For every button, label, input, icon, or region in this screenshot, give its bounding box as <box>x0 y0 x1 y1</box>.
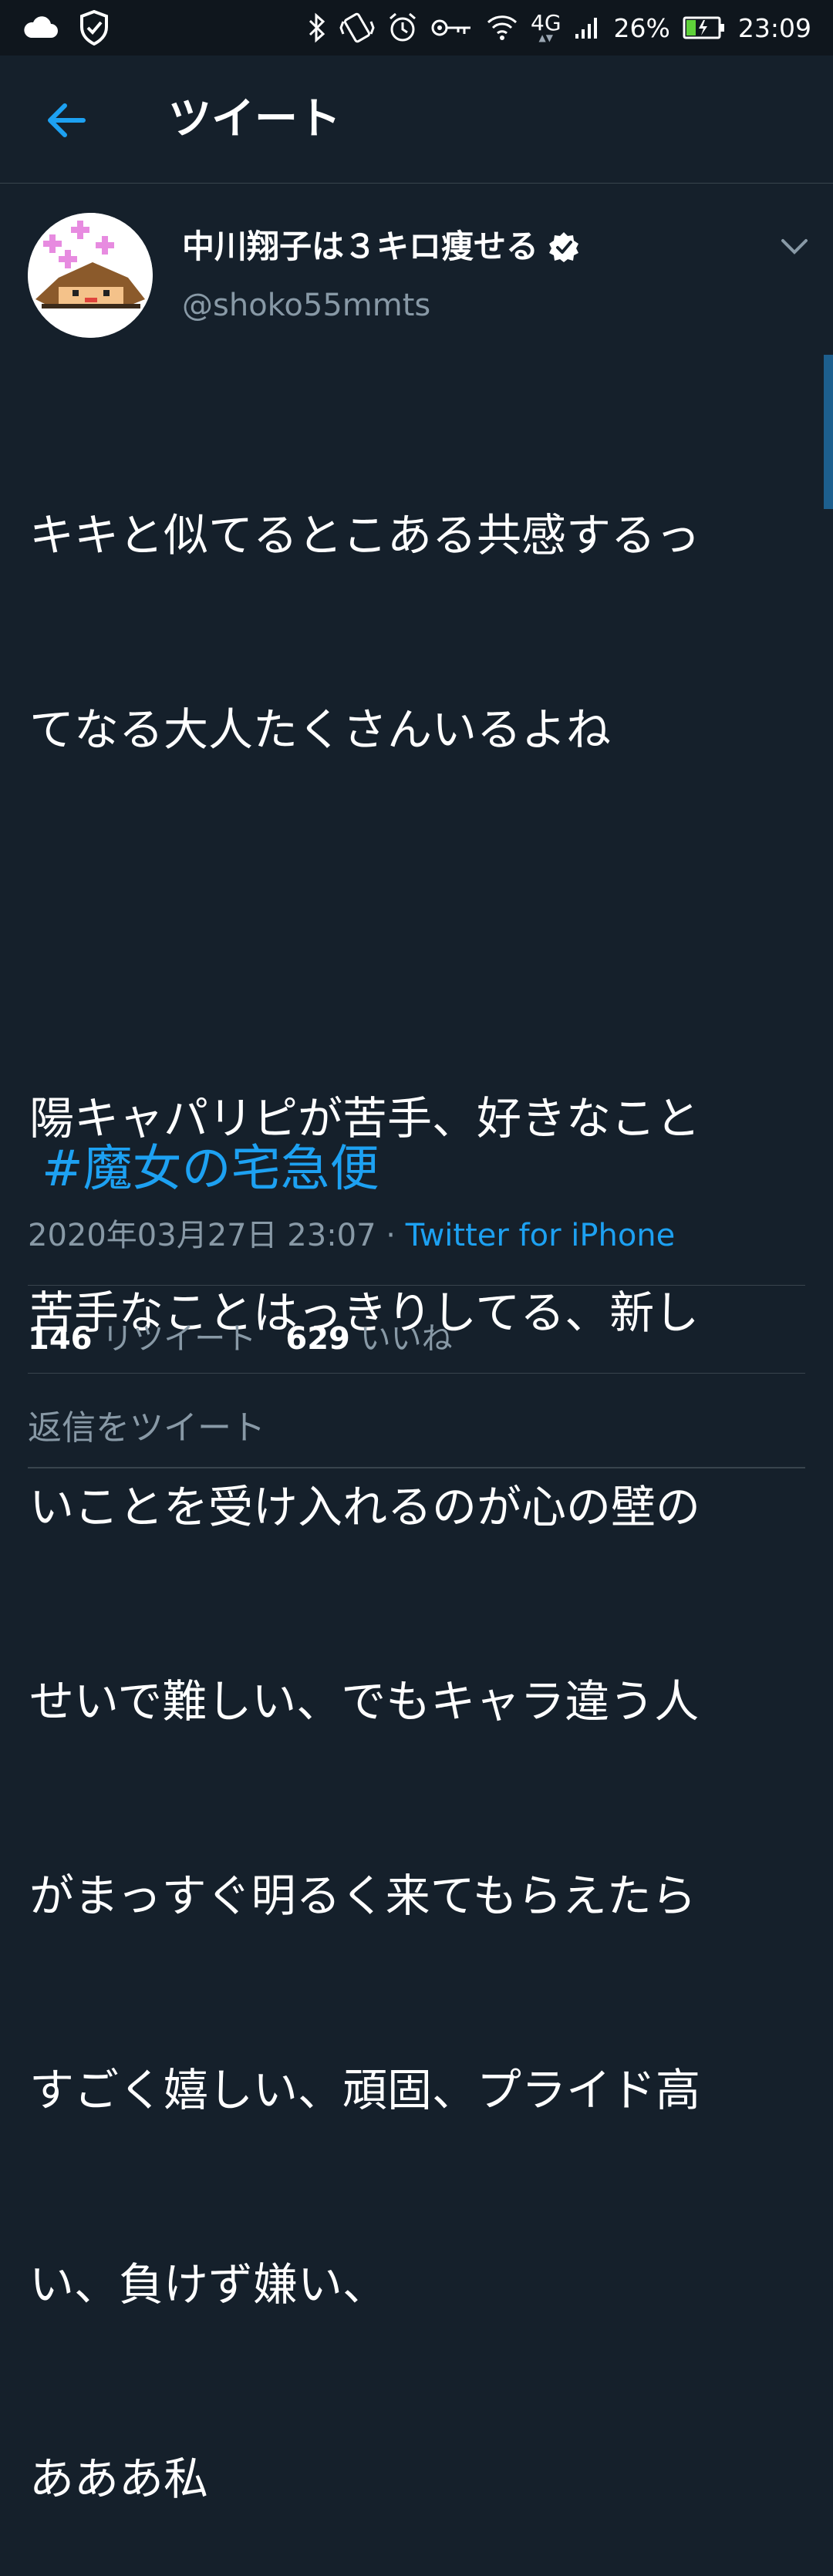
cloud-icon <box>22 16 59 39</box>
tweet-line: いことを受け入れるのが心の壁の <box>29 1481 701 1533</box>
tweet-line: せいで難しい、でもキャラ違う人 <box>29 1675 700 1728</box>
tweet-text: キキと似てるとこある共感するっ てなる大人たくさんいるよね 陽キャパリピが苦手、… <box>29 373 808 2576</box>
author-name-text: 中川翔子は３キロ痩せる <box>182 228 539 265</box>
network-type: 4G ▲▼ <box>531 10 562 43</box>
signal-icon <box>574 15 602 40</box>
tweet-line: すごく嬉しい、頑固、プライド高 <box>29 2064 701 2116</box>
avatar[interactable] <box>28 213 153 338</box>
author-name[interactable]: 中川翔子は３キロ痩せる <box>182 224 580 270</box>
back-button[interactable] <box>43 97 89 143</box>
like-stat[interactable]: 629 いいね <box>285 1321 452 1357</box>
arrow-left-icon <box>48 103 86 137</box>
author-handle[interactable]: @shoko55mmts <box>182 285 430 325</box>
separator: · <box>376 1218 406 1253</box>
tweet-line: がまっすぐ明るく来てもらえたら <box>29 1870 696 1922</box>
retweet-count: 146 <box>28 1321 93 1357</box>
hashtag-link[interactable]: #魔女の宅急便 <box>42 1135 379 1203</box>
verified-badge-icon <box>548 231 580 263</box>
scrollbar[interactable] <box>824 355 833 509</box>
tweet-menu-button[interactable] <box>779 231 810 262</box>
tweet-line: あああ私 <box>29 2453 209 2505</box>
tweet-line: キキと似てるとこある共感するっ <box>29 509 701 561</box>
battery-percent: 26% <box>613 12 670 43</box>
stats-row: 146 リツイート 629 いいね <box>28 1317 453 1360</box>
timestamp: 2020年03月27日 23:07 <box>28 1218 376 1253</box>
status-left <box>0 10 110 46</box>
key-icon <box>430 16 474 39</box>
app-header: ツイート <box>0 56 833 184</box>
reply-underline <box>28 1467 805 1468</box>
like-count: 629 <box>285 1321 350 1357</box>
chevron-down-icon <box>781 239 808 255</box>
clock: 23:09 <box>737 12 811 43</box>
alarm-icon <box>387 12 418 44</box>
shield-check-icon <box>79 10 110 46</box>
retweet-label: リツイート <box>102 1321 257 1357</box>
reply-input[interactable]: 返信をツイート <box>28 1407 805 1450</box>
like-label: いいね <box>359 1321 453 1357</box>
page-title: ツイート <box>168 94 341 144</box>
tweet-line <box>29 892 808 956</box>
retweet-stat[interactable]: 146 リツイート <box>28 1321 256 1357</box>
status-right: 4G ▲▼ 26% 23:09 <box>307 11 833 45</box>
status-bar: 4G ▲▼ 26% 23:09 <box>0 0 833 56</box>
divider <box>28 1373 805 1374</box>
wifi-icon <box>486 12 518 43</box>
battery-charging-icon <box>683 15 726 40</box>
timestamp-row: 2020年03月27日 23:07 · Twitter for iPhone <box>28 1214 675 1257</box>
divider <box>28 1285 805 1286</box>
bluetooth-icon <box>307 12 327 43</box>
tweet-line: てなる大人たくさんいるよね <box>29 703 612 756</box>
source-link[interactable]: Twitter for iPhone <box>406 1218 676 1253</box>
vibrate-icon <box>339 11 375 45</box>
tweet-line: い、負けず嫌い、 <box>29 2258 388 2311</box>
